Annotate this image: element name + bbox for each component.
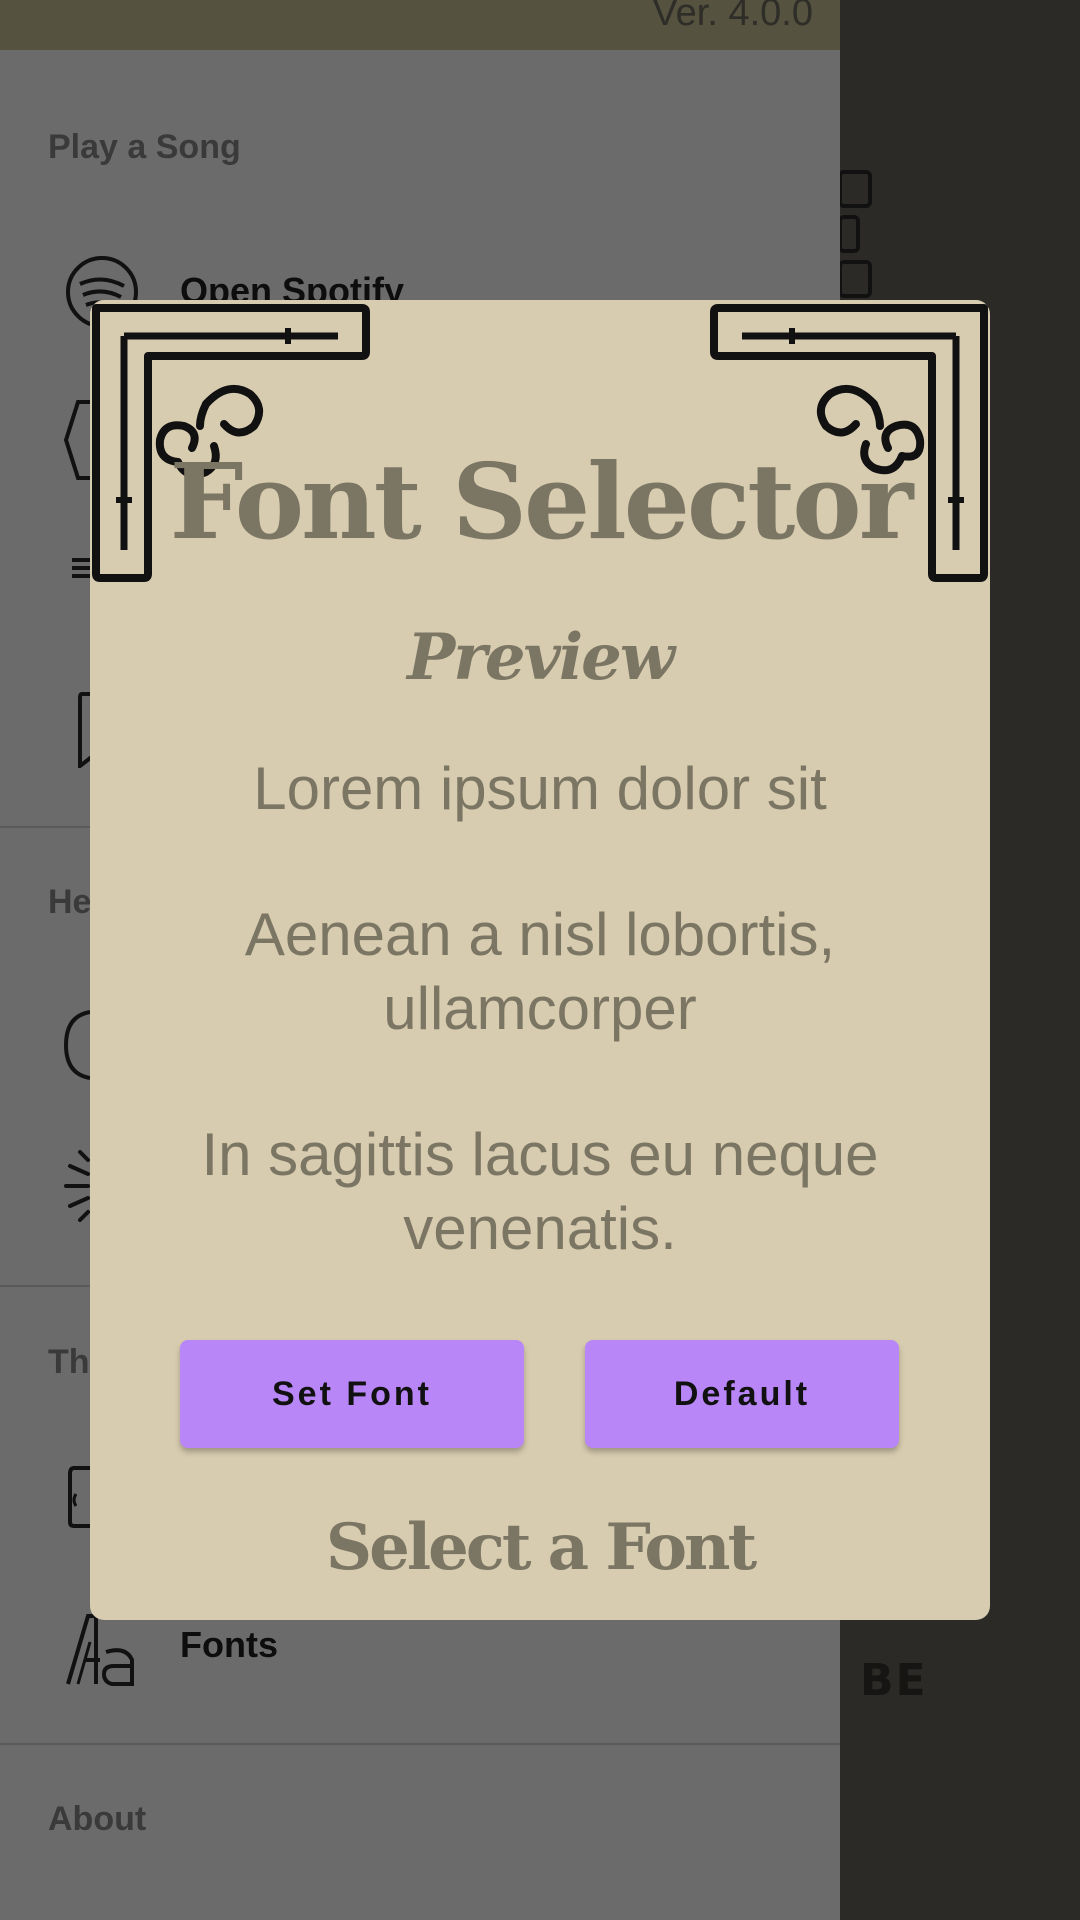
version-label: Ver. 4.0.0 [652, 0, 813, 34]
background-toolbar-icon [838, 260, 872, 298]
font-selector-dialog: Font Selector Preview Lorem ipsum dolor … [90, 300, 990, 1620]
dialog-title: Font Selector [169, 440, 914, 563]
section-title-theme: Th [48, 1343, 90, 1381]
sparkle-icon [64, 1150, 90, 1222]
section-title-about: About [48, 1800, 147, 1838]
drawer-divider [0, 1743, 840, 1745]
phone-hand-icon [68, 1466, 90, 1528]
section-title-help: He [48, 883, 92, 921]
drawer-header: Ver. 4.0.0 [0, 0, 840, 50]
drawer-item-label: Fonts [180, 1624, 278, 1665]
preview-text-line: Aenean a nisl lobortis, ullamcorper [244, 901, 836, 1042]
preview-heading: Preview [407, 620, 675, 695]
background-toolbar-icon [838, 215, 860, 253]
section-title-play-a-song: Play a Song [48, 128, 241, 166]
circle-icon [64, 1010, 90, 1080]
default-font-button[interactable]: Default [585, 1340, 899, 1448]
preview-text-line: In sagittis lacus eu neque venenatis. [201, 1121, 879, 1262]
select-a-font-heading: Select a Font [325, 1510, 757, 1585]
background-partial-text: BE [860, 1655, 928, 1706]
set-font-button[interactable]: Set Font [180, 1340, 524, 1448]
background-toolbar-icon [838, 170, 872, 208]
preview-text-line: Lorem ipsum dolor sit [253, 755, 827, 822]
fonts-icon [66, 1614, 134, 1686]
